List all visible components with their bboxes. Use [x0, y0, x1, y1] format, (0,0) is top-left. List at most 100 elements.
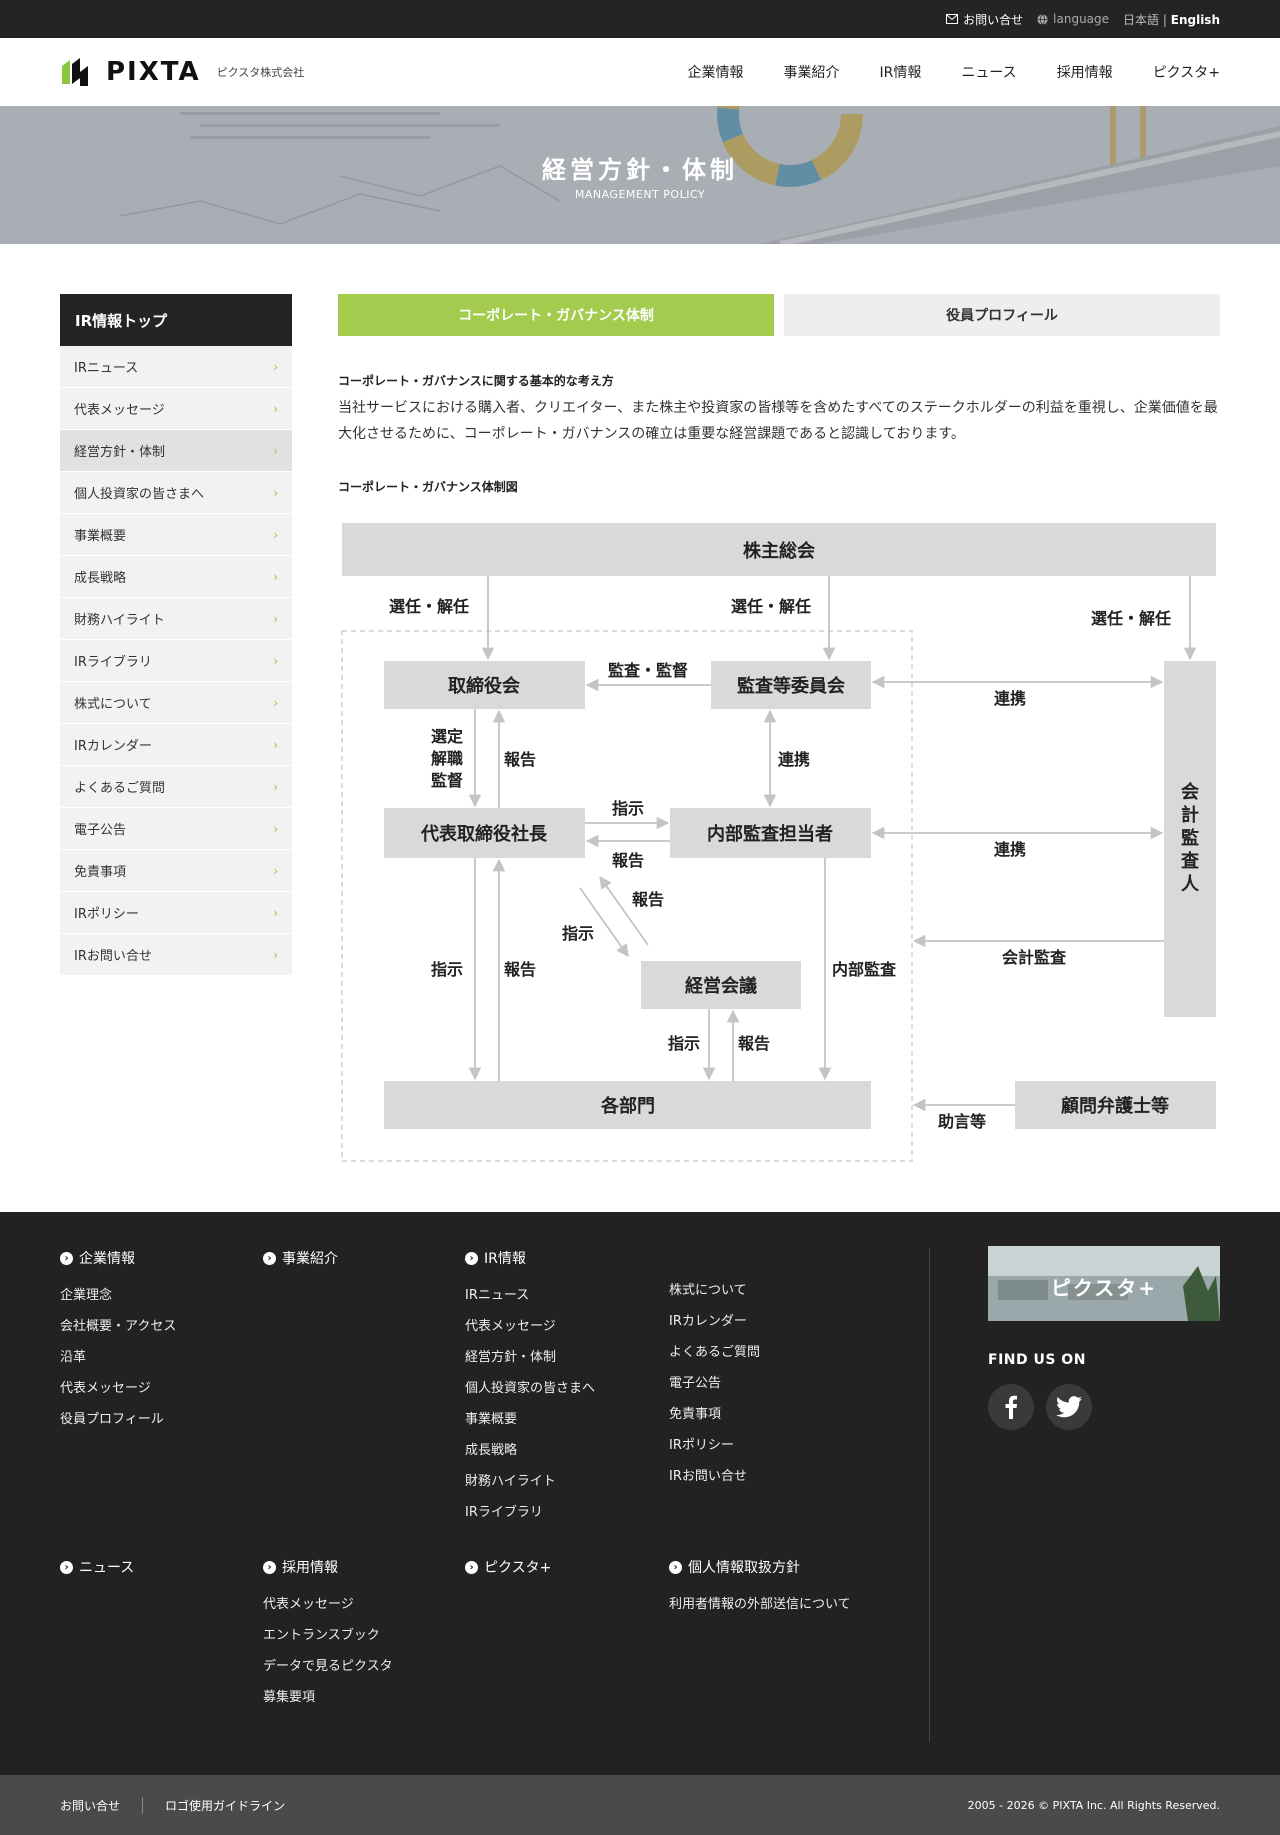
- sidebar-item[interactable]: IRライブラリ ›: [60, 640, 292, 682]
- sidebar-item[interactable]: IRポリシー ›: [60, 892, 292, 934]
- sidebar-item[interactable]: 代表メッセージ ›: [60, 388, 292, 430]
- footer-ir-link[interactable]: 財務ハイライト: [465, 1470, 595, 1501]
- svg-text:監: 監: [1181, 827, 1199, 849]
- footer-ir-links-2: 株式について IRカレンダー よくあるご質問 電子公告 免責事項 IRポリシー IRお問い合…: [669, 1279, 760, 1496]
- footer-recruit-link[interactable]: エントランスブック: [263, 1624, 393, 1655]
- footer-head-ir[interactable]: › IR情報: [465, 1248, 595, 1268]
- logo-link[interactable]: PIXTA ピクスタ株式会社: [60, 56, 304, 88]
- chevron-right-icon: ›: [273, 527, 278, 542]
- footer-ir-link[interactable]: IRお問い合せ: [669, 1465, 760, 1496]
- chevron-circle-icon: ›: [465, 1560, 478, 1574]
- sidebar-item[interactable]: 株式について ›: [60, 682, 292, 724]
- governance-diagram: 株主総会 取締役会 監査等委員会 代表取締役社長 内部監査担当者 経営会議 各部…: [338, 515, 1220, 1165]
- svg-text:人: 人: [1181, 874, 1200, 895]
- footer-head-recruit-label: 採用情報: [282, 1560, 338, 1576]
- footer-head-ir-label: IR情報: [484, 1251, 526, 1267]
- sidebar-item[interactable]: 事業概要 ›: [60, 514, 292, 556]
- footer-recruit-link[interactable]: データで見るピクスタ: [263, 1655, 393, 1686]
- pixta-logo-mark-icon: [62, 58, 88, 86]
- label-elect-2: 選任・解任: [731, 597, 811, 616]
- sidebar-item[interactable]: IRカレンダー ›: [60, 724, 292, 766]
- footer-ir-link[interactable]: 成長戦略: [465, 1439, 595, 1470]
- footer-ir-link[interactable]: 株式について: [669, 1279, 760, 1310]
- footer-ir-link[interactable]: 経営方針・体制: [465, 1346, 595, 1377]
- language-switch: 日本語 | English: [1123, 11, 1220, 28]
- chevron-circle-icon: ›: [465, 1251, 478, 1265]
- lang-en-link[interactable]: English: [1171, 13, 1220, 27]
- nav-news[interactable]: ニュース: [961, 62, 1016, 82]
- chevron-circle-icon: ›: [669, 1560, 682, 1574]
- footer-ir-link[interactable]: IRポリシー: [669, 1434, 760, 1465]
- tab-officer-profile[interactable]: 役員プロフィール: [784, 294, 1220, 336]
- label-management-meeting: 経営会議: [685, 975, 757, 997]
- twitter-icon: [1056, 1396, 1082, 1418]
- label-ceo: 代表取締役社長: [420, 823, 548, 845]
- chevron-right-icon: ›: [273, 569, 278, 584]
- sidebar-ir-top[interactable]: IR情報トップ: [60, 294, 292, 346]
- sidebar-item[interactable]: 財務ハイライト ›: [60, 598, 292, 640]
- svg-text:査: 査: [1181, 850, 1199, 872]
- contact-label: お問い合せ: [963, 12, 1024, 27]
- arrow-meeting-ceo: [599, 875, 649, 946]
- pixtaplus-banner[interactable]: ピクスタ+: [988, 1246, 1220, 1321]
- footer-head-news[interactable]: › ニュース: [60, 1557, 134, 1577]
- label-report-board: 報告: [504, 750, 536, 769]
- nav-company[interactable]: 企業情報: [688, 62, 744, 82]
- footer-ir-link[interactable]: 代表メッセージ: [465, 1315, 595, 1346]
- footer-head-privacy[interactable]: › 個人情報取扱方針: [669, 1557, 851, 1577]
- page-title: 経営方針・体制: [542, 156, 738, 184]
- footer-recruit-link[interactable]: 募集要項: [263, 1686, 393, 1717]
- sidebar-item[interactable]: 電子公告 ›: [60, 808, 292, 850]
- footer-ir-link[interactable]: よくあるご質問: [669, 1341, 760, 1372]
- footer-ir-link[interactable]: IRライブラリ: [465, 1501, 595, 1532]
- footer-privacy-link[interactable]: 利用者情報の外部送信について: [669, 1593, 851, 1624]
- footer-col-ir-2: 株式について IRカレンダー よくあるご質問 電子公告 免責事項 IRポリシー IRお問い合…: [669, 1279, 760, 1496]
- svg-text:会: 会: [1181, 781, 1199, 803]
- footer-head-company[interactable]: › 企業情報: [60, 1248, 176, 1268]
- sidebar-item[interactable]: 成長戦略 ›: [60, 556, 292, 598]
- sidebar-item[interactable]: 経営方針・体制 ›: [60, 430, 292, 472]
- footer-head-recruit[interactable]: › 採用情報: [263, 1557, 393, 1577]
- footer-ir-link[interactable]: 免責事項: [669, 1403, 760, 1434]
- footer-company-link[interactable]: 代表メッセージ: [60, 1377, 176, 1408]
- footer-ir-link[interactable]: 電子公告: [669, 1372, 760, 1403]
- footer-company-link[interactable]: 会社概要・アクセス: [60, 1315, 176, 1346]
- footer-col-news: › ニュース: [60, 1557, 134, 1593]
- sidebar-item[interactable]: 個人投資家の皆さまへ ›: [60, 472, 292, 514]
- sidebar-item-label: 成長戦略: [74, 571, 127, 586]
- twitter-link[interactable]: [1046, 1384, 1092, 1430]
- footer-company-link[interactable]: 役員プロフィール: [60, 1408, 176, 1439]
- footer-ir-link[interactable]: IRニュース: [465, 1284, 595, 1315]
- facebook-link[interactable]: [988, 1384, 1034, 1430]
- logo-guideline-link[interactable]: ロゴ使用ガイドライン: [142, 1796, 307, 1814]
- footer-ir-link[interactable]: IRカレンダー: [669, 1310, 760, 1341]
- nav-ir[interactable]: IR情報: [880, 62, 922, 82]
- globe-icon: [1037, 13, 1048, 25]
- label-coop-2: 連携: [778, 750, 810, 769]
- footer-company-link[interactable]: 沿革: [60, 1346, 176, 1377]
- copyright: 2005 - 2026 © PIXTA Inc. All Rights Rese…: [967, 1798, 1220, 1812]
- corp-name: ピクスタ株式会社: [216, 66, 305, 79]
- sidebar-item-label: 株式について: [74, 697, 152, 712]
- lang-ja-link[interactable]: 日本語: [1123, 13, 1159, 27]
- bottom-contact-link[interactable]: お問い合せ: [60, 1797, 142, 1814]
- sidebar-item[interactable]: 免責事項 ›: [60, 850, 292, 892]
- footer-recruit-link[interactable]: 代表メッセージ: [263, 1593, 393, 1624]
- tab-governance[interactable]: コーポレート・ガバナンス体制: [338, 294, 774, 336]
- nav-business[interactable]: 事業紹介: [784, 62, 840, 82]
- nav-recruit[interactable]: 採用情報: [1057, 62, 1113, 82]
- footer-head-pixtaplus[interactable]: › ピクスタ+: [465, 1557, 551, 1577]
- sidebar-item[interactable]: IRお問い合せ ›: [60, 934, 292, 976]
- footer-head-business[interactable]: › 事業紹介: [263, 1248, 338, 1268]
- label-internal-audit: 内部監査担当者: [707, 823, 833, 845]
- label-departments: 各部門: [600, 1095, 655, 1117]
- site-footer: › 企業情報 企業理念 会社概要・アクセス 沿革 代表メッセージ 役員プロフィール › 事業…: [0, 1212, 1280, 1775]
- sidebar-item[interactable]: よくあるご質問 ›: [60, 766, 292, 808]
- nav-pixtaplus[interactable]: ピクスタ+: [1153, 62, 1220, 82]
- contact-link[interactable]: お問い合せ: [946, 11, 1023, 28]
- sidebar-item[interactable]: IRニュース ›: [60, 346, 292, 388]
- footer-ir-link[interactable]: 事業概要: [465, 1408, 595, 1439]
- footer-company-link[interactable]: 企業理念: [60, 1284, 176, 1315]
- footer-ir-link[interactable]: 個人投資家の皆さまへ: [465, 1377, 595, 1408]
- label-report-meeting-depts: 報告: [738, 1034, 770, 1053]
